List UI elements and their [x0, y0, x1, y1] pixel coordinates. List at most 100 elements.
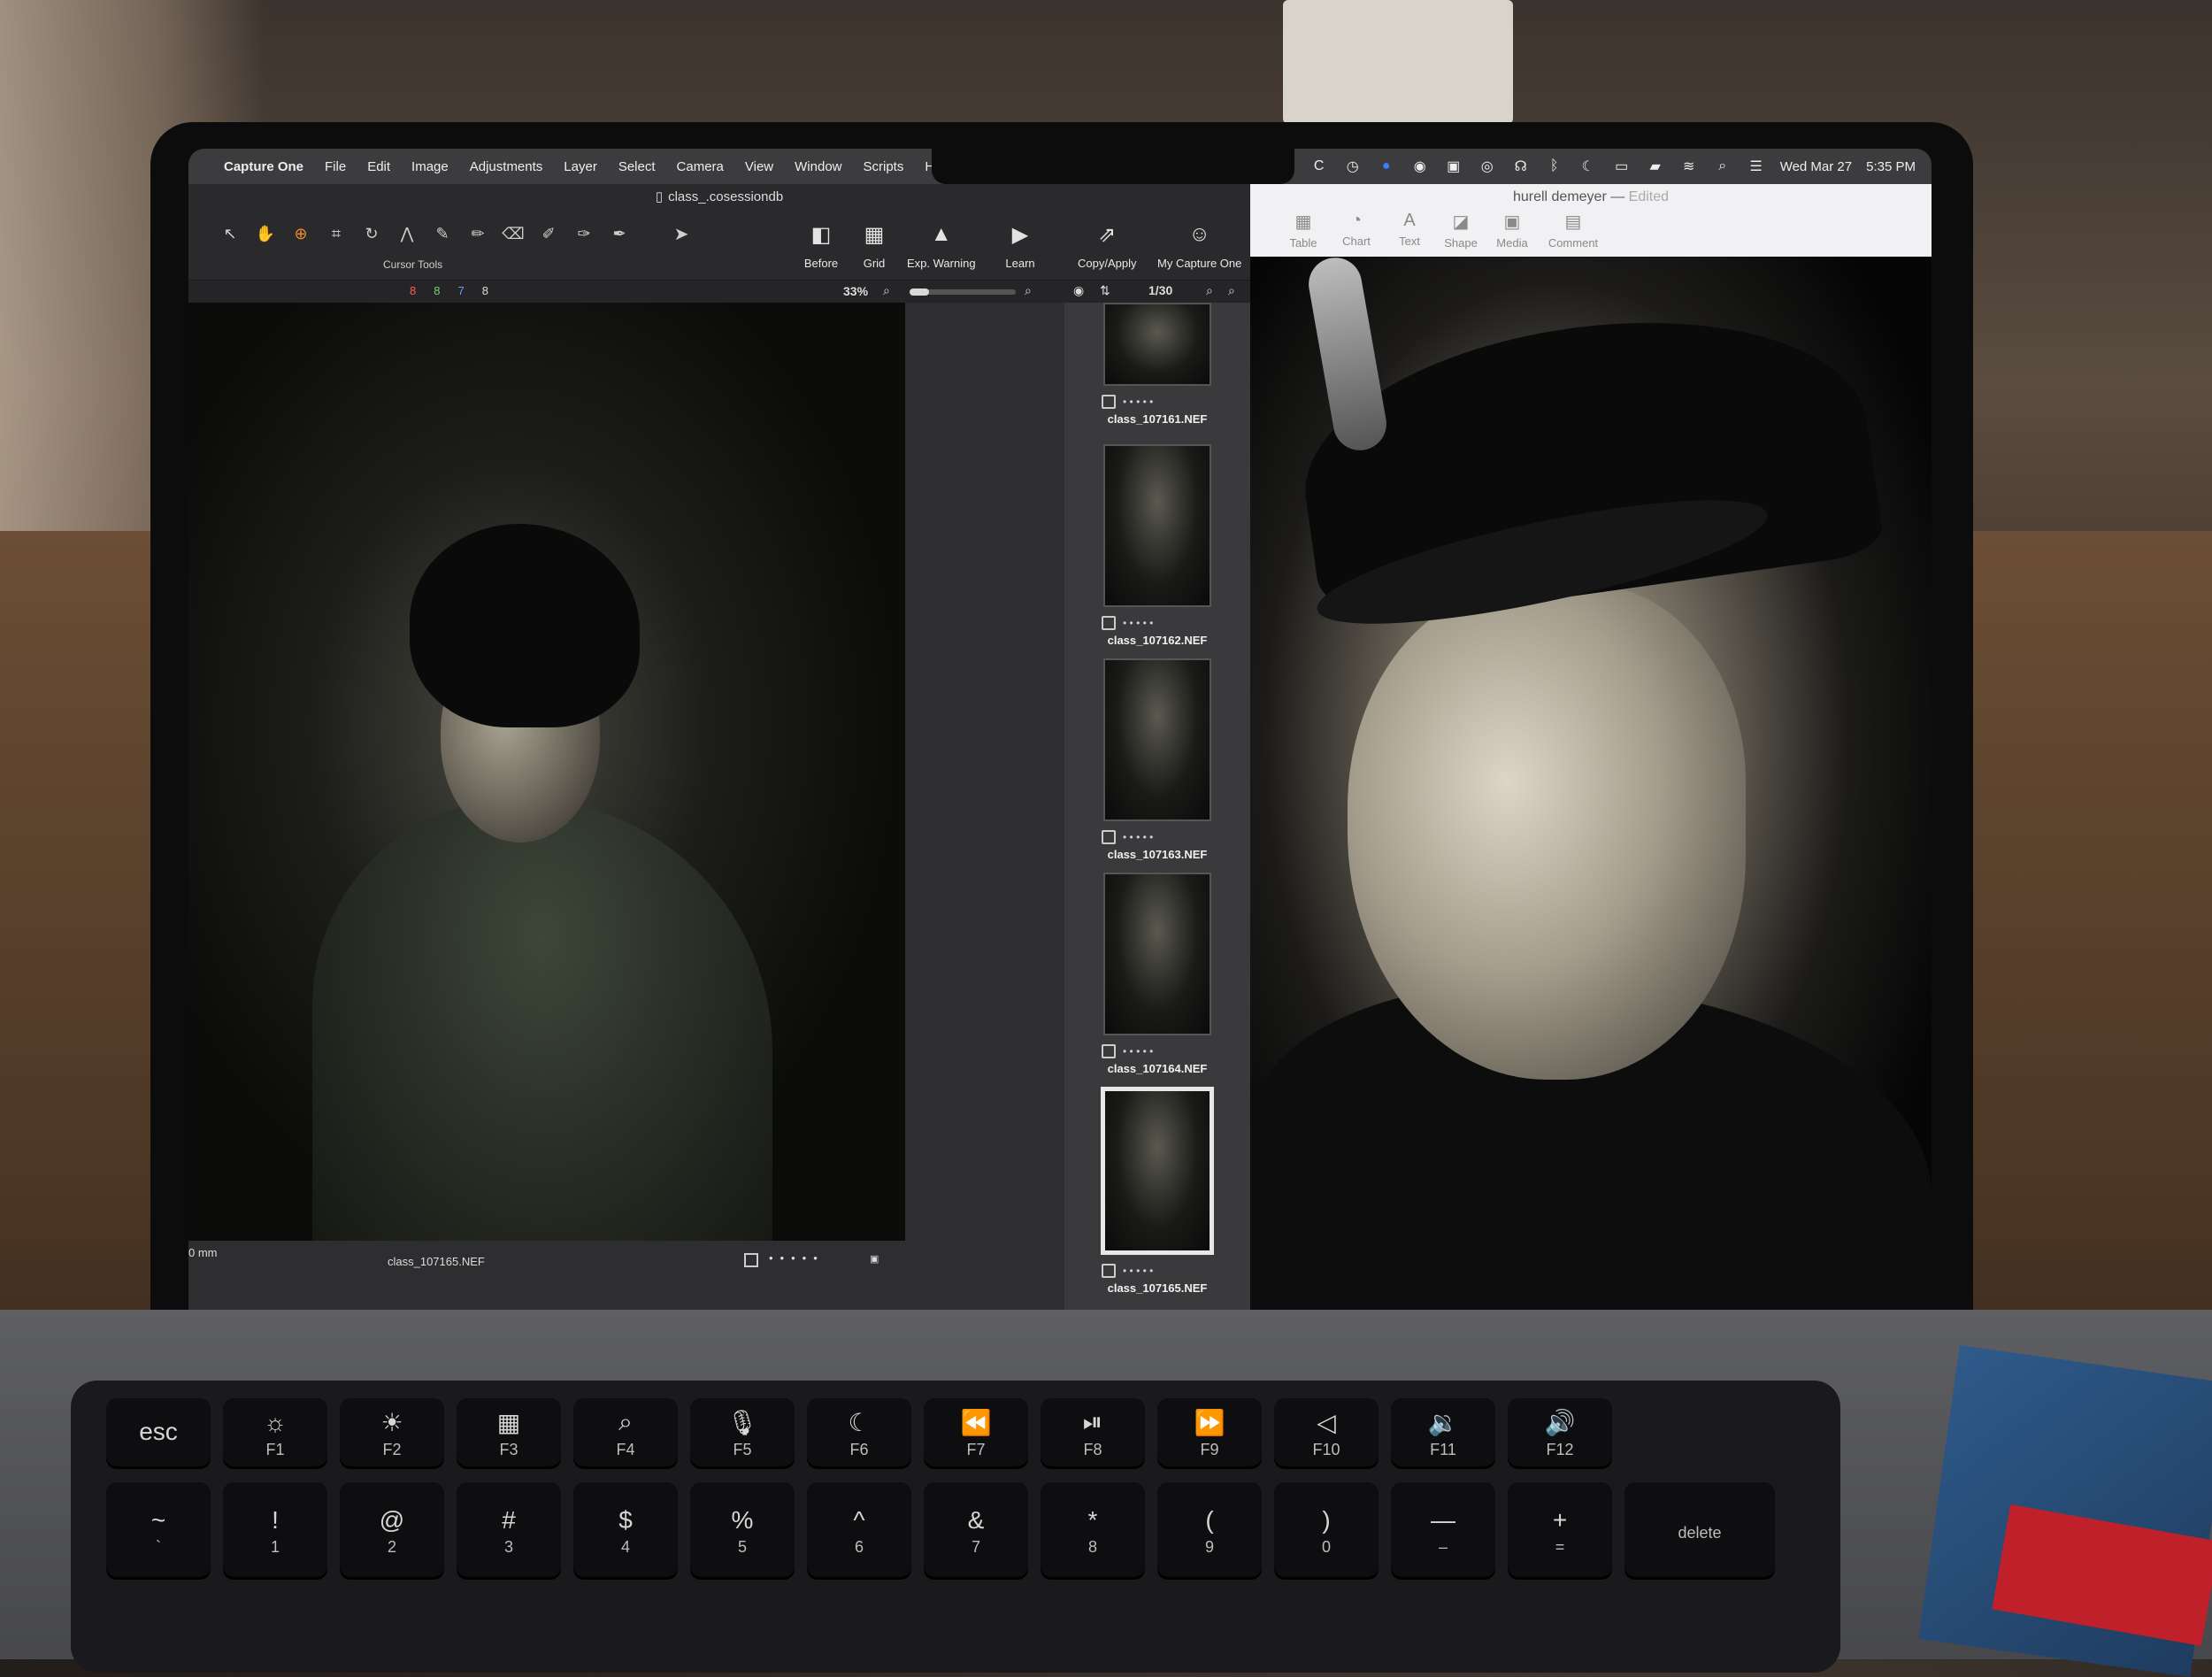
- airdrop-icon[interactable]: ◎: [1478, 157, 1497, 176]
- brush-tool-icon[interactable]: ✏: [463, 221, 493, 246]
- menu-scripts[interactable]: Scripts: [853, 159, 915, 174]
- key-2[interactable]: @2: [340, 1482, 444, 1580]
- key-1[interactable]: ! 1: [223, 1482, 327, 1580]
- thumbnail-2[interactable]: • • • • • class_107162.NEF: [1091, 444, 1224, 647]
- thumbnail-5-selected[interactable]: • • • • • class_107165.NEF: [1091, 1087, 1224, 1295]
- crop-tool-icon[interactable]: ⌗: [321, 221, 351, 246]
- grid-button[interactable]: ▦ Grid: [856, 219, 892, 271]
- wifi-icon[interactable]: ≋: [1679, 157, 1699, 176]
- zoom-slider[interactable]: [910, 288, 1016, 296]
- zoom-out-icon[interactable]: ⌕: [883, 283, 890, 298]
- picker-tool-icon[interactable]: ✎: [427, 221, 457, 246]
- key-5[interactable]: % 5: [690, 1482, 795, 1580]
- clock-icon[interactable]: ◷: [1343, 157, 1363, 176]
- image-viewer[interactable]: 0 mm class_107165.NEF ••••• ▣: [188, 303, 1064, 1326]
- key-f11[interactable]: 🔉 F11: [1391, 1398, 1495, 1469]
- copy-apply-button[interactable]: ⇗ Copy/Apply: [1078, 219, 1136, 271]
- key-f2[interactable]: ☀ F2: [340, 1398, 444, 1469]
- menu-view[interactable]: View: [734, 159, 784, 174]
- browser-zoom-icon[interactable]: ⌕: [1228, 283, 1235, 298]
- key-f8[interactable]: ⏯ F8: [1041, 1398, 1145, 1469]
- heal-tool-icon[interactable]: ✑: [569, 221, 599, 246]
- menu-camera[interactable]: Camera: [666, 159, 734, 174]
- key-3[interactable]: #3: [457, 1482, 561, 1580]
- viewer-rating-dots[interactable]: •••••: [769, 1251, 825, 1265]
- thumbnail-checkbox[interactable]: [1102, 1044, 1116, 1058]
- menu-adjustments[interactable]: Adjustments: [459, 159, 554, 174]
- key-f3[interactable]: ▦ F3: [457, 1398, 561, 1469]
- rotate-tool-icon[interactable]: ↻: [357, 221, 387, 246]
- select-cursor-icon[interactable]: ↖: [215, 221, 245, 246]
- key-f9[interactable]: ⏩ F9: [1157, 1398, 1262, 1469]
- key-f5[interactable]: 🎙 F5: [690, 1398, 795, 1469]
- viewer-checkbox[interactable]: [744, 1253, 758, 1267]
- key-4[interactable]: $4: [573, 1482, 678, 1580]
- c-app-icon[interactable]: C: [1310, 157, 1329, 176]
- before-button[interactable]: ◧ Before: [803, 219, 839, 271]
- control-center-icon[interactable]: ☰: [1747, 157, 1766, 176]
- key-esc[interactable]: esc: [106, 1398, 211, 1469]
- zoom-slider-knob[interactable]: [910, 288, 929, 296]
- thumbnail-checkbox[interactable]: [1102, 616, 1116, 630]
- bluetooth-icon[interactable]: ᛒ: [1545, 157, 1564, 176]
- moon-icon[interactable]: ☾: [1578, 157, 1598, 176]
- display-icon[interactable]: ▭: [1612, 157, 1632, 176]
- menu-image[interactable]: Image: [401, 159, 459, 174]
- calendar-icon[interactable]: ▣: [1444, 157, 1463, 176]
- clone-tool-icon[interactable]: ✒: [604, 221, 634, 246]
- record-icon[interactable]: ●: [1377, 157, 1396, 176]
- hand-tool-icon[interactable]: ✋: [250, 221, 280, 246]
- rating-dots[interactable]: • • • • •: [1123, 1265, 1153, 1277]
- exp-warning-button[interactable]: ▲ Exp. Warning: [907, 219, 976, 270]
- rating-dots[interactable]: • • • • •: [1123, 1045, 1153, 1058]
- key-f12[interactable]: 🔊 F12: [1508, 1398, 1612, 1469]
- headphones-icon[interactable]: ☊: [1511, 157, 1531, 176]
- menu-app-name[interactable]: Capture One: [213, 159, 314, 174]
- key-f7[interactable]: ⏪ F7: [924, 1398, 1028, 1469]
- play-icon[interactable]: ◉: [1410, 157, 1430, 176]
- key-backtick[interactable]: ~ `: [106, 1482, 211, 1580]
- rating-dots[interactable]: • • • • •: [1123, 617, 1153, 629]
- key-f1[interactable]: ☼ F1: [223, 1398, 327, 1469]
- thumbnail-checkbox[interactable]: [1102, 395, 1116, 409]
- menu-date[interactable]: Wed Mar 27: [1780, 159, 1852, 174]
- thumbnail-4[interactable]: • • • • • class_107164.NEF: [1091, 873, 1224, 1075]
- thumbnail-checkbox[interactable]: [1102, 830, 1116, 844]
- key-equals[interactable]: + =: [1508, 1482, 1612, 1580]
- rating-dots[interactable]: • • • • •: [1123, 831, 1153, 843]
- menu-select[interactable]: Select: [608, 159, 666, 174]
- key-9[interactable]: (9: [1157, 1482, 1262, 1580]
- slide-portrait-image[interactable]: [1250, 257, 1932, 1326]
- menu-time[interactable]: 5:35 PM: [1866, 159, 1916, 174]
- learn-button[interactable]: ▶ Learn: [1002, 219, 1038, 271]
- key-f4[interactable]: ⌕ F4: [573, 1398, 678, 1469]
- gradient-tool-icon[interactable]: ✐: [534, 221, 564, 246]
- menu-edit[interactable]: Edit: [357, 159, 401, 174]
- thumbnail-3[interactable]: • • • • • class_107163.NEF: [1091, 658, 1224, 861]
- menu-file[interactable]: File: [314, 159, 357, 174]
- browser-search-icon[interactable]: ⌕: [1206, 283, 1213, 298]
- media-button[interactable]: ▣ Media: [1481, 211, 1543, 250]
- search-icon[interactable]: ⌕: [1713, 157, 1732, 176]
- key-0[interactable]: ) 0: [1274, 1482, 1379, 1580]
- zoom-tool-icon[interactable]: ⊕: [286, 221, 316, 246]
- eye-icon[interactable]: ◉: [1073, 283, 1084, 298]
- rating-dots[interactable]: • • • • •: [1123, 396, 1153, 408]
- my-capture-one-button[interactable]: ☺ My Capture One: [1157, 219, 1241, 270]
- menu-layer[interactable]: Layer: [553, 159, 608, 174]
- key-6[interactable]: ^ 6: [807, 1482, 911, 1580]
- keystone-tool-icon[interactable]: ⋀: [392, 221, 422, 246]
- key-7[interactable]: & 7: [924, 1482, 1028, 1580]
- eraser-tool-icon[interactable]: ⌫: [498, 221, 528, 246]
- key-minus[interactable]: — –: [1391, 1482, 1495, 1580]
- comment-button[interactable]: ▤ Comment: [1542, 211, 1604, 250]
- key-delete[interactable]: delete: [1624, 1482, 1775, 1580]
- key-8[interactable]: * 8: [1041, 1482, 1145, 1580]
- thumbnail-1[interactable]: • • • • • class_107161.NEF: [1091, 303, 1224, 426]
- zoom-in-icon[interactable]: ⌕: [1025, 283, 1032, 298]
- battery-icon[interactable]: ▰: [1646, 157, 1665, 176]
- sort-icon[interactable]: ⇅: [1100, 283, 1110, 298]
- thumbnail-checkbox[interactable]: [1102, 1264, 1116, 1278]
- key-f10[interactable]: ◁ F10: [1274, 1398, 1379, 1469]
- menu-window[interactable]: Window: [784, 159, 852, 174]
